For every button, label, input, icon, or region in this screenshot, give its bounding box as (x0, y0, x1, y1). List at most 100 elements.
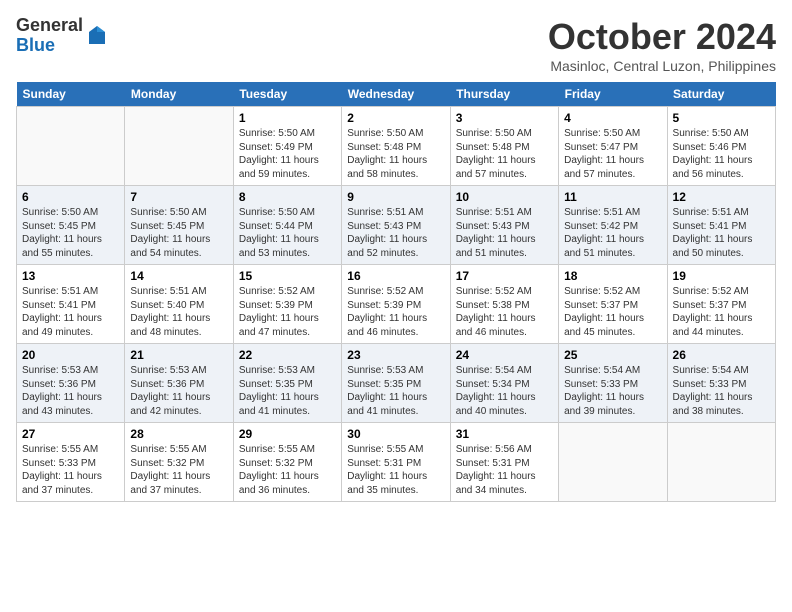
location-text: Masinloc, Central Luzon, Philippines (548, 58, 776, 74)
cell-info: Sunrise: 5:52 AMSunset: 5:39 PMDaylight:… (347, 285, 444, 339)
date-number: 5 (673, 111, 770, 125)
calendar-cell: 20 Sunrise: 5:53 AMSunset: 5:36 PMDayligh… (17, 344, 125, 423)
cell-info: Sunrise: 5:50 AMSunset: 5:48 PMDaylight:… (347, 127, 444, 181)
calendar-cell (559, 423, 667, 502)
date-number: 25 (564, 348, 661, 362)
calendar-cell: 2 Sunrise: 5:50 AMSunset: 5:48 PMDaylight… (342, 107, 450, 186)
calendar-cell: 30 Sunrise: 5:55 AMSunset: 5:31 PMDayligh… (342, 423, 450, 502)
calendar-week-4: 20 Sunrise: 5:53 AMSunset: 5:36 PMDayligh… (17, 344, 776, 423)
calendar-cell: 8Sunrise: 5:50 AMSunset: 5:44 PMDaylight… (233, 186, 341, 265)
calendar-cell: 14Sunrise: 5:51 AMSunset: 5:40 PMDayligh… (125, 265, 233, 344)
date-number: 21 (130, 348, 227, 362)
calendar-cell: 7Sunrise: 5:50 AMSunset: 5:45 PMDaylight… (125, 186, 233, 265)
date-number: 30 (347, 427, 444, 441)
header-thursday: Thursday (450, 82, 558, 107)
calendar-cell (17, 107, 125, 186)
cell-info: Sunrise: 5:54 AMSunset: 5:34 PMDaylight:… (456, 364, 553, 418)
date-number: 16 (347, 269, 444, 283)
date-number: 26 (673, 348, 770, 362)
calendar-cell: 25 Sunrise: 5:54 AMSunset: 5:33 PMDayligh… (559, 344, 667, 423)
calendar-cell: 28 Sunrise: 5:55 AMSunset: 5:32 PMDayligh… (125, 423, 233, 502)
calendar-cell (125, 107, 233, 186)
calendar-cell: 19 Sunrise: 5:52 AMSunset: 5:37 PMDayligh… (667, 265, 775, 344)
calendar-cell: 10 Sunrise: 5:51 AMSunset: 5:43 PMDayligh… (450, 186, 558, 265)
date-number: 12 (673, 190, 770, 204)
date-number: 9 (347, 190, 444, 204)
header-monday: Monday (125, 82, 233, 107)
cell-info: Sunrise: 5:52 AMSunset: 5:38 PMDaylight:… (456, 285, 553, 339)
date-number: 17 (456, 269, 553, 283)
cell-info: Sunrise: 5:53 AMSunset: 5:35 PMDaylight:… (347, 364, 444, 418)
date-number: 1 (239, 111, 336, 125)
cell-info: Sunrise: 5:53 AMSunset: 5:36 PMDaylight:… (130, 364, 227, 418)
logo-blue-text: Blue (16, 36, 83, 56)
cell-info: Sunrise: 5:50 AMSunset: 5:47 PMDaylight:… (564, 127, 661, 181)
cell-info: Sunrise: 5:55 AMSunset: 5:31 PMDaylight:… (347, 443, 444, 497)
cell-info: Sunrise: 5:50 AMSunset: 5:44 PMDaylight:… (239, 206, 336, 260)
cell-info: Sunrise: 5:51 AMSunset: 5:41 PMDaylight:… (22, 285, 119, 339)
title-section: October 2024 Masinloc, Central Luzon, Ph… (548, 16, 776, 74)
date-number: 7 (130, 190, 227, 204)
date-number: 29 (239, 427, 336, 441)
calendar-cell: 26Sunrise: 5:54 AMSunset: 5:33 PMDayligh… (667, 344, 775, 423)
calendar-cell: 3Sunrise: 5:50 AMSunset: 5:48 PMDaylight… (450, 107, 558, 186)
cell-info: Sunrise: 5:52 AMSunset: 5:37 PMDaylight:… (673, 285, 770, 339)
cell-info: Sunrise: 5:56 AMSunset: 5:31 PMDaylight:… (456, 443, 553, 497)
date-number: 4 (564, 111, 661, 125)
calendar-cell: 1Sunrise: 5:50 AMSunset: 5:49 PMDaylight… (233, 107, 341, 186)
calendar-week-1: 1Sunrise: 5:50 AMSunset: 5:49 PMDaylight… (17, 107, 776, 186)
date-number: 11 (564, 190, 661, 204)
calendar-cell: 12 Sunrise: 5:51 AMSunset: 5:41 PMDayligh… (667, 186, 775, 265)
logo-general-text: General (16, 16, 83, 36)
date-number: 10 (456, 190, 553, 204)
calendar-cell: 21 Sunrise: 5:53 AMSunset: 5:36 PMDayligh… (125, 344, 233, 423)
calendar-cell: 9Sunrise: 5:51 AMSunset: 5:43 PMDaylight… (342, 186, 450, 265)
cell-info: Sunrise: 5:50 AMSunset: 5:48 PMDaylight:… (456, 127, 553, 181)
calendar-cell: 4 Sunrise: 5:50 AMSunset: 5:47 PMDaylight… (559, 107, 667, 186)
date-number: 18 (564, 269, 661, 283)
header-sunday: Sunday (17, 82, 125, 107)
calendar-cell: 15Sunrise: 5:52 AMSunset: 5:39 PMDayligh… (233, 265, 341, 344)
calendar-cell: 13 Sunrise: 5:51 AMSunset: 5:41 PMDayligh… (17, 265, 125, 344)
header-friday: Friday (559, 82, 667, 107)
cell-info: Sunrise: 5:55 AMSunset: 5:32 PMDaylight:… (130, 443, 227, 497)
cell-info: Sunrise: 5:52 AMSunset: 5:37 PMDaylight:… (564, 285, 661, 339)
calendar-week-3: 13 Sunrise: 5:51 AMSunset: 5:41 PMDayligh… (17, 265, 776, 344)
calendar-table: Sunday Monday Tuesday Wednesday Thursday… (16, 82, 776, 502)
calendar-cell: 16 Sunrise: 5:52 AMSunset: 5:39 PMDayligh… (342, 265, 450, 344)
calendar-cell: 18 Sunrise: 5:52 AMSunset: 5:37 PMDayligh… (559, 265, 667, 344)
date-number: 2 (347, 111, 444, 125)
date-number: 19 (673, 269, 770, 283)
logo-icon (85, 24, 109, 48)
date-number: 27 (22, 427, 119, 441)
calendar-cell: 27 Sunrise: 5:55 AMSunset: 5:33 PMDayligh… (17, 423, 125, 502)
date-number: 14 (130, 269, 227, 283)
date-number: 23 (347, 348, 444, 362)
calendar-cell: 29Sunrise: 5:55 AMSunset: 5:32 PMDayligh… (233, 423, 341, 502)
date-number: 20 (22, 348, 119, 362)
header-wednesday: Wednesday (342, 82, 450, 107)
cell-info: Sunrise: 5:54 AMSunset: 5:33 PMDaylight:… (564, 364, 661, 418)
cell-info: Sunrise: 5:53 AMSunset: 5:36 PMDaylight:… (22, 364, 119, 418)
cell-info: Sunrise: 5:55 AMSunset: 5:33 PMDaylight:… (22, 443, 119, 497)
cell-info: Sunrise: 5:51 AMSunset: 5:41 PMDaylight:… (673, 206, 770, 260)
date-number: 28 (130, 427, 227, 441)
calendar-week-5: 27 Sunrise: 5:55 AMSunset: 5:33 PMDayligh… (17, 423, 776, 502)
date-number: 13 (22, 269, 119, 283)
calendar-cell: 17 Sunrise: 5:52 AMSunset: 5:38 PMDayligh… (450, 265, 558, 344)
page-header: General Blue October 2024 Masinloc, Cent… (16, 16, 776, 74)
calendar-week-2: 6Sunrise: 5:50 AMSunset: 5:45 PMDaylight… (17, 186, 776, 265)
calendar-cell: 22 Sunrise: 5:53 AMSunset: 5:35 PMDayligh… (233, 344, 341, 423)
calendar-cell (667, 423, 775, 502)
calendar-cell: 5Sunrise: 5:50 AMSunset: 5:46 PMDaylight… (667, 107, 775, 186)
cell-info: Sunrise: 5:53 AMSunset: 5:35 PMDaylight:… (239, 364, 336, 418)
cell-info: Sunrise: 5:51 AMSunset: 5:43 PMDaylight:… (456, 206, 553, 260)
month-title: October 2024 (548, 16, 776, 58)
date-number: 22 (239, 348, 336, 362)
logo: General Blue (16, 16, 109, 56)
date-number: 6 (22, 190, 119, 204)
calendar-cell: 6Sunrise: 5:50 AMSunset: 5:45 PMDaylight… (17, 186, 125, 265)
header-saturday: Saturday (667, 82, 775, 107)
calendar-cell: 11Sunrise: 5:51 AMSunset: 5:42 PMDayligh… (559, 186, 667, 265)
header-tuesday: Tuesday (233, 82, 341, 107)
